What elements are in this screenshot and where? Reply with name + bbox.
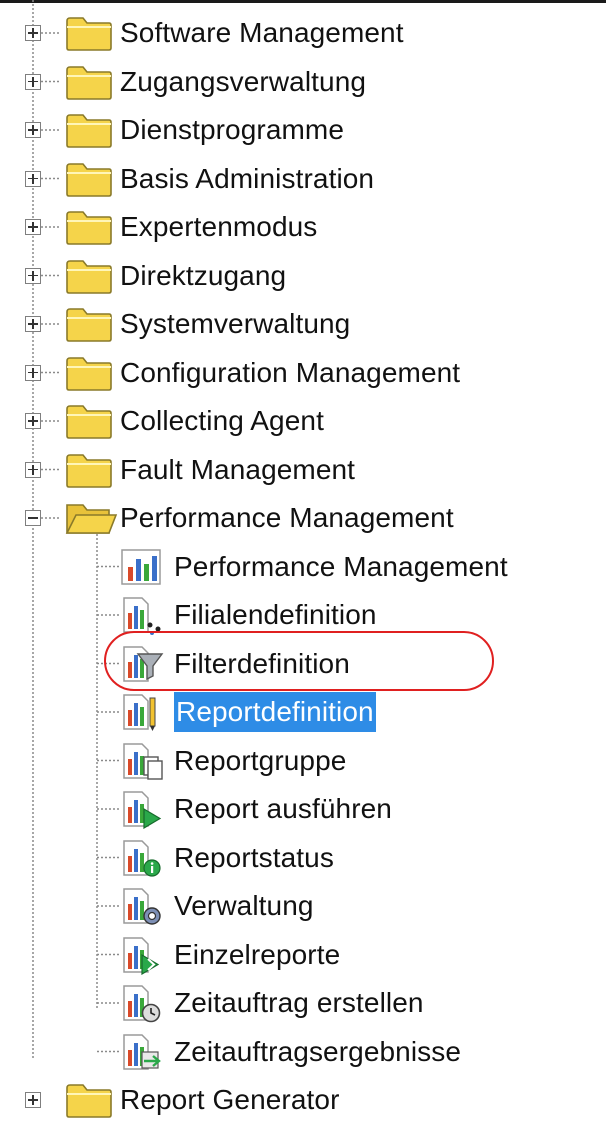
tree-node-label: Performance Management [174,550,508,582]
tree-node-label: Systemverwaltung [120,308,351,339]
tree-node-label: Direktzugang [120,259,287,291]
tree-folder-node[interactable]: Systemverwaltung [0,301,606,349]
expand-toggle-icon[interactable] [25,413,41,429]
expand-toggle-icon[interactable] [25,267,41,284]
expand-toggle-icon[interactable] [25,1092,41,1108]
tree-item[interactable]: Reportdefinition [0,689,606,737]
expand-toggle-icon[interactable] [25,461,41,478]
folder-icon [64,208,114,246]
tree-item[interactable]: Reportstatus [0,835,606,883]
schedule-results-icon [120,1032,164,1072]
folder-icon [64,402,114,440]
folder-icon [64,305,114,343]
tree-node-label: Basis Administration [120,162,375,194]
tree-folder-node[interactable]: Expertenmodus [0,204,606,252]
collapse-toggle-icon[interactable] [25,510,41,526]
tree-folder-node[interactable]: Fault Management [0,447,606,495]
tree-node-label: Report Generator [120,1084,340,1115]
branch-definition-icon [120,595,164,635]
folder-icon [64,257,114,295]
folder-icon [64,1081,114,1119]
tree-node-label: Filterdefinition [174,647,350,679]
single-reports-icon [120,935,164,975]
tree-node-label: Report ausführen [174,793,392,824]
report-admin-icon [120,886,164,926]
tree-node-label: Reportstatus [174,841,334,873]
tree-node-label: Software Management [120,17,404,48]
tree-folder-node[interactable]: Basis Administration [0,156,606,204]
report-group-icon [120,741,164,781]
folder-icon [64,14,114,52]
folder-icon [64,451,114,489]
tree-node-label: Verwaltung [174,890,314,921]
expand-toggle-icon[interactable] [25,219,41,235]
tree-node-label: Configuration Management [120,356,461,388]
tree-item[interactable]: Verwaltung [0,883,606,931]
report-status-icon [120,838,164,878]
tree-node-label: Expertenmodus [120,211,318,242]
folder-open-icon [64,499,118,537]
expand-toggle-icon[interactable] [25,122,41,138]
tree-item[interactable]: Zeitauftrag erstellen [0,980,606,1028]
tree-folder-node[interactable]: Software Management [0,10,606,58]
tree-node-label: Collecting Agent [120,405,324,436]
filter-definition-icon [120,644,164,684]
tree-folder-node[interactable]: Report Generator [0,1077,606,1125]
tree-node-label: Zeitauftragsergebnisse [174,1035,462,1067]
tree-node-label: Einzelreporte [174,938,341,970]
tree-item[interactable]: Filterdefinition [0,641,606,689]
tree-item[interactable]: Reportgruppe [0,738,606,786]
tree-item-label-selected: Reportdefinition [174,692,376,732]
tree-folder-node[interactable]: Dienstprogramme [0,107,606,155]
performance-chart-icon [120,547,164,587]
tree-folder-node[interactable]: Performance Management [0,495,606,543]
tree-item[interactable]: Filialendefinition [0,592,606,640]
tree-folder-node[interactable]: Collecting Agent [0,398,606,446]
tree-item[interactable]: Performance Management [0,544,606,592]
report-definition-icon [120,692,164,732]
tree-node-label: Fault Management [120,453,356,485]
tree-node-label: Reportgruppe [174,744,347,776]
tree-folder-node[interactable]: Direktzugang [0,253,606,301]
folder-icon [64,111,114,149]
schedule-create-icon [120,983,164,1023]
tree-node-label: Filialendefinition [174,599,377,630]
tree-item[interactable]: Einzelreporte [0,932,606,980]
tree-node-label: Zeitauftrag erstellen [174,987,424,1018]
tree-node-label: Dienstprogramme [120,114,345,145]
folder-icon [64,63,114,101]
tree-item[interactable]: Report ausführen [0,786,606,834]
expand-toggle-icon[interactable] [25,170,41,187]
expand-toggle-icon[interactable] [25,25,41,41]
tree-folder-node[interactable]: Zugangsverwaltung [0,59,606,107]
folder-icon [64,160,114,198]
tree-node-label: Performance Management [120,502,454,533]
tree-folder-node[interactable]: Configuration Management [0,350,606,398]
tree-item[interactable]: Zeitauftragsergebnisse [0,1029,606,1077]
navigation-tree: Software Management Zugangsverwaltung Dien… [0,0,606,1118]
expand-toggle-icon[interactable] [25,316,41,332]
folder-icon [64,354,114,392]
report-run-icon [120,789,164,830]
tree-node-label: Zugangsverwaltung [120,65,367,97]
expand-toggle-icon[interactable] [25,364,41,381]
expand-toggle-icon[interactable] [25,73,41,90]
